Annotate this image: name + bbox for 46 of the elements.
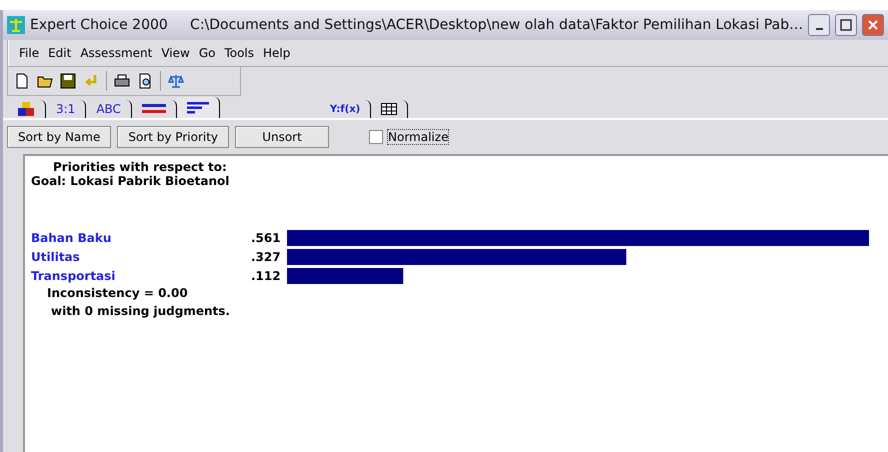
tab-label: ABC xyxy=(96,102,121,116)
grid-icon xyxy=(381,103,398,115)
menu-item[interactable]: File xyxy=(19,46,40,60)
close-icon xyxy=(868,20,878,30)
missing-judgments-text: with 0 missing judgments. xyxy=(50,304,231,318)
tab-label: 3:1 xyxy=(56,102,76,116)
menu-item[interactable]: View xyxy=(161,46,190,60)
window-title: Expert Choice 2000 C:\Documents and Settings\ACER\Desktop\new olah data\Faktor Pemilihan Lokasi Pab… xyxy=(30,17,804,33)
close-button[interactable] xyxy=(862,14,884,36)
criterion-name: Utilitas xyxy=(31,250,81,264)
maximize-icon xyxy=(840,19,852,31)
tab-label: Y:f(x) xyxy=(330,104,360,114)
criterion-name: Bahan Baku xyxy=(31,231,112,245)
goal-label: Goal: Lokasi Pabrik Bioetanol xyxy=(31,174,230,188)
sort-button[interactable]: Unsort xyxy=(235,126,330,148)
menu-item[interactable]: Help xyxy=(263,46,290,60)
heading: Priorities with respect to: xyxy=(52,160,228,174)
new-file-icon[interactable] xyxy=(14,73,30,89)
priority-value: .561 xyxy=(251,231,282,245)
tab[interactable] xyxy=(176,97,220,118)
inconsistency-text: Inconsistency = 0.00 xyxy=(46,286,189,300)
minimize-icon xyxy=(816,28,823,30)
menu-item[interactable]: Go xyxy=(198,46,216,60)
checkbox[interactable] xyxy=(369,130,384,144)
sort-lines-icon xyxy=(186,102,209,114)
menu-item[interactable]: Tools xyxy=(224,46,254,60)
scale-icon xyxy=(7,16,25,34)
equals-icon xyxy=(142,104,166,114)
menu-item[interactable]: Assessment xyxy=(80,46,152,60)
save-icon[interactable] xyxy=(60,73,76,89)
tab[interactable]: 3:1 xyxy=(46,100,86,118)
sort-button[interactable]: Sort by Priority xyxy=(117,126,230,148)
checkbox-label[interactable]: Normalize xyxy=(387,129,450,145)
sort-button[interactable]: Sort by Name xyxy=(7,126,112,148)
minimize-button[interactable] xyxy=(808,14,830,36)
menu-item[interactable]: Edit xyxy=(48,46,72,60)
criterion-name: Transportasi xyxy=(31,269,116,283)
print-preview-icon[interactable] xyxy=(137,73,153,89)
scale-icon[interactable] xyxy=(168,73,184,89)
cubes-icon xyxy=(17,101,35,117)
printer-icon[interactable] xyxy=(114,73,130,89)
maximize-button[interactable] xyxy=(835,14,858,36)
tab[interactable]: ABC xyxy=(86,100,132,118)
priority-value: .327 xyxy=(251,250,282,264)
priority-value: .112 xyxy=(251,269,282,283)
tab[interactable]: Y:f(x) xyxy=(320,100,372,118)
